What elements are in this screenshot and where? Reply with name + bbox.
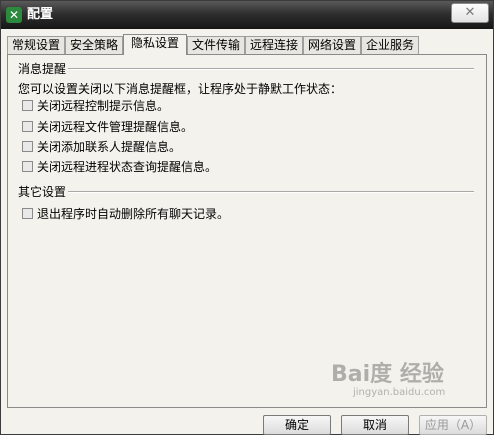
option-label: 关闭添加联系人提醒信息。: [37, 139, 182, 154]
tab-file-transfer[interactable]: 文件传输: [187, 36, 245, 54]
option-close-remote-file-reminder[interactable]: 关闭远程文件管理提醒信息。: [22, 118, 193, 134]
watermark-brand: Bai度 经验: [331, 362, 444, 387]
config-window: ✕ 配置 ✕ 常规设置 安全策略 隐私设置 文件传输 远程连接 网络设置 企业服…: [0, 0, 494, 435]
tab-privacy[interactable]: 隐私设置: [123, 34, 187, 55]
window-title: 配置: [27, 7, 54, 22]
section-title-other: 其它设置: [18, 183, 67, 200]
tab-network[interactable]: 网络设置: [303, 36, 361, 54]
watermark-url: jingyan.baidu.com: [353, 387, 446, 398]
option-label: 关闭远程控制提示信息。: [37, 98, 170, 113]
option-close-remote-process-reminder[interactable]: 关闭远程进程状态查询提醒信息。: [22, 158, 217, 174]
cancel-button[interactable]: 取消: [341, 415, 409, 435]
title-bar: ✕ 配置 ✕: [1, 1, 493, 29]
close-button[interactable]: ✕: [451, 3, 489, 23]
checkbox[interactable]: [22, 207, 33, 219]
app-logo-icon: ✕: [6, 7, 22, 23]
option-label: 退出程序时自动删除所有聊天记录。: [37, 206, 230, 221]
option-close-remote-control-tip[interactable]: 关闭远程控制提示信息。: [22, 97, 169, 113]
divider: [68, 191, 474, 193]
tab-remote-connection[interactable]: 远程连接: [245, 36, 303, 54]
ok-button[interactable]: 确定: [263, 415, 331, 435]
option-label: 关闭远程文件管理提醒信息。: [37, 119, 194, 134]
option-close-add-contact-reminder[interactable]: 关闭添加联系人提醒信息。: [22, 138, 181, 154]
checkbox[interactable]: [22, 140, 33, 152]
tab-enterprise[interactable]: 企业服务: [361, 36, 419, 54]
baidu-watermark: Bai度 经验 jingyan.baidu.com: [331, 363, 481, 413]
checkbox[interactable]: [22, 120, 33, 132]
privacy-panel: 消息提醒 您可以设置关闭以下消息提醒框，让程序处于静默工作状态： 关闭远程控制提…: [7, 54, 487, 408]
divider: [68, 68, 474, 70]
option-auto-delete-chat-history[interactable]: 退出程序时自动删除所有聊天记录。: [22, 205, 229, 221]
section-title-message-reminder: 消息提醒: [18, 60, 67, 77]
checkbox[interactable]: [22, 99, 33, 111]
message-reminder-description: 您可以设置关闭以下消息提醒框，让程序处于静默工作状态：: [18, 82, 343, 96]
tab-security-policy[interactable]: 安全策略: [65, 36, 123, 54]
checkbox[interactable]: [22, 160, 33, 172]
tab-general[interactable]: 常规设置: [7, 36, 65, 54]
apply-button[interactable]: 应用（A）: [419, 415, 487, 435]
option-label: 关闭远程进程状态查询提醒信息。: [37, 159, 218, 174]
